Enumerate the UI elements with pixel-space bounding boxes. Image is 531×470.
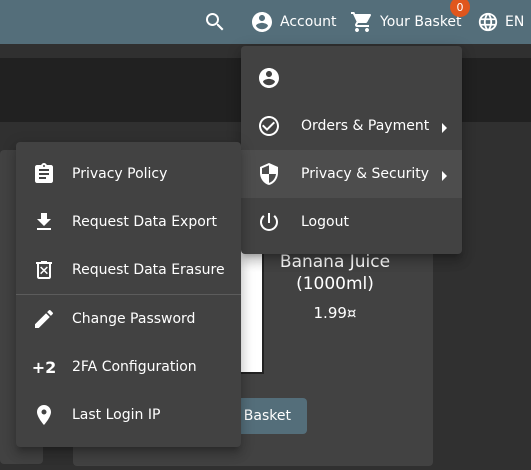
cart-icon xyxy=(350,10,374,34)
menu-item-privacy-security[interactable]: Privacy & Security xyxy=(241,150,462,198)
menu-item-label: 2FA Configuration xyxy=(72,359,197,375)
language-label: EN xyxy=(505,14,525,30)
pencil-icon xyxy=(32,307,56,331)
privacy-security-menu: Privacy Policy Request Data Export Reque… xyxy=(16,142,241,447)
account-circle-icon xyxy=(250,10,274,34)
language-button[interactable]: EN xyxy=(477,0,524,44)
arrow-right-icon xyxy=(442,121,448,137)
globe-icon xyxy=(477,11,499,33)
menu-item-label: Request Data Erasure xyxy=(72,262,225,278)
menu-item-label: Change Password xyxy=(72,311,196,327)
menu-item-label: Orders & Payment xyxy=(301,118,430,134)
menu-item-change-password[interactable]: Change Password xyxy=(16,295,241,343)
menu-item-label: Logout xyxy=(301,214,349,230)
plus-two-icon: +2 xyxy=(31,357,57,377)
account-menu: Orders & Payment Privacy & Security Logo… xyxy=(241,46,462,254)
arrow-right-icon xyxy=(442,169,448,185)
menu-item-label: Privacy Policy xyxy=(72,166,168,182)
product-price: 1.99¤ xyxy=(313,304,357,322)
basket-label: Your Basket xyxy=(380,14,462,30)
search-button[interactable] xyxy=(203,0,227,44)
shield-icon xyxy=(257,162,281,186)
delete-icon xyxy=(32,258,56,282)
location-pin-icon xyxy=(32,403,56,427)
basket-button[interactable]: Your Basket xyxy=(350,0,462,44)
menu-item-request-data-erasure[interactable]: Request Data Erasure xyxy=(16,246,241,294)
search-icon xyxy=(203,10,227,34)
product-name: Banana Juice (1000ml) xyxy=(279,252,391,294)
menu-item-privacy-policy[interactable]: Privacy Policy xyxy=(16,150,241,198)
menu-item-last-login-ip[interactable]: Last Login IP xyxy=(16,391,241,439)
menu-item-2fa-configuration[interactable]: +2 2FA Configuration xyxy=(16,343,241,391)
menu-item-label: Last Login IP xyxy=(72,407,161,423)
menu-item-label: Privacy & Security xyxy=(301,166,429,182)
menu-item-request-data-export[interactable]: Request Data Export xyxy=(16,198,241,246)
menu-item-profile[interactable] xyxy=(241,54,462,102)
check-circle-icon xyxy=(257,114,281,138)
menu-item-logout[interactable]: Logout xyxy=(241,198,462,246)
menu-item-orders-payment[interactable]: Orders & Payment xyxy=(241,102,462,150)
account-label: Account xyxy=(280,14,337,30)
clipboard-icon xyxy=(32,162,56,186)
account-circle-icon xyxy=(257,66,281,90)
top-toolbar: Account Your Basket 0 EN xyxy=(0,0,531,44)
basket-count-badge: 0 xyxy=(450,0,470,17)
download-icon xyxy=(32,210,56,234)
menu-item-label: Request Data Export xyxy=(72,214,218,230)
power-icon xyxy=(257,210,281,234)
account-button[interactable]: Account xyxy=(250,0,337,44)
